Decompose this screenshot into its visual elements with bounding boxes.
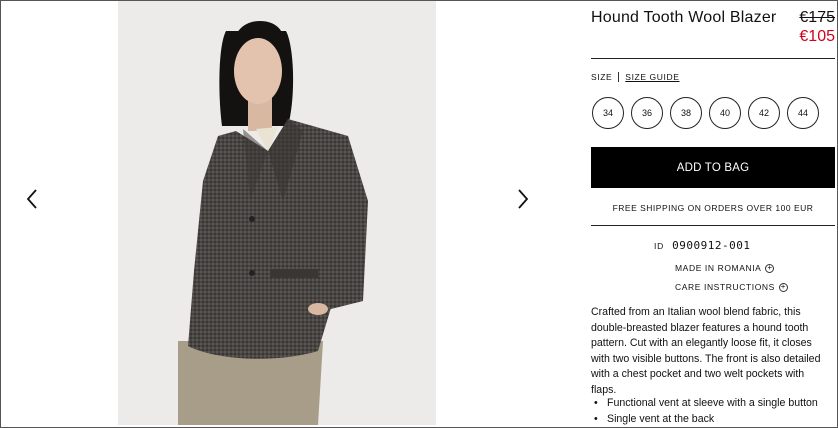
product-description: Crafted from an Italian wool blend fabri… bbox=[591, 305, 835, 399]
description-line: with a chest pocket and two welt pockets… bbox=[591, 368, 805, 381]
care-label: CARE INSTRUCTIONS bbox=[675, 282, 775, 292]
id-value: 0900912-001 bbox=[672, 239, 751, 252]
product-title: Hound Tooth Wool Blazer bbox=[591, 9, 777, 26]
size-option-44[interactable]: 44 bbox=[787, 97, 819, 129]
size-header: SIZE SIZE GUIDE bbox=[591, 72, 679, 82]
sale-price: €105 bbox=[799, 28, 835, 45]
divider bbox=[591, 225, 835, 226]
add-to-bag-button[interactable]: ADD TO BAG bbox=[591, 147, 835, 188]
size-options: 34 36 38 40 42 44 bbox=[592, 97, 819, 129]
product-gallery bbox=[1, 1, 579, 427]
description-line: pattern. Cut with an elegantly loose fit… bbox=[591, 337, 812, 350]
plus-circle-icon: + bbox=[765, 263, 775, 273]
description-line: Crafted from an Italian wool blend fabri… bbox=[591, 306, 801, 318]
divider bbox=[591, 58, 835, 59]
size-option-42[interactable]: 42 bbox=[748, 97, 780, 129]
feature-item: Single vent at the back bbox=[591, 412, 835, 428]
care-instructions-toggle[interactable]: CARE INSTRUCTIONS + bbox=[675, 282, 788, 292]
size-option-40[interactable]: 40 bbox=[709, 97, 741, 129]
product-details-panel: Hound Tooth Wool Blazer €175 €105 SIZE S… bbox=[591, 1, 835, 427]
original-price: €175 bbox=[799, 9, 835, 26]
size-guide-link[interactable]: SIZE GUIDE bbox=[618, 72, 679, 82]
product-image bbox=[118, 1, 436, 425]
product-id-row: ID 0900912-001 bbox=[654, 239, 750, 252]
id-label: ID bbox=[654, 241, 665, 251]
description-line: double-breasted blazer features a hound … bbox=[591, 321, 809, 334]
title-row: Hound Tooth Wool Blazer €175 €105 bbox=[591, 9, 835, 49]
shipping-notice: FREE SHIPPING ON ORDERS OVER 100 EUR bbox=[612, 203, 814, 213]
size-option-34[interactable]: 34 bbox=[592, 97, 624, 129]
description-line: with two visible buttons. The front is a… bbox=[591, 352, 821, 365]
size-label: SIZE bbox=[591, 72, 613, 82]
size-option-36[interactable]: 36 bbox=[631, 97, 663, 129]
made-in-label: MADE IN ROMANIA bbox=[675, 263, 762, 273]
chevron-right-icon[interactable] bbox=[512, 187, 532, 211]
chevron-left-icon[interactable] bbox=[23, 187, 43, 211]
made-in-toggle[interactable]: MADE IN ROMANIA + bbox=[675, 263, 775, 273]
feature-item: Functional vent at sleeve with a single … bbox=[591, 396, 835, 412]
feature-list: Functional vent at sleeve with a single … bbox=[591, 396, 835, 427]
size-option-38[interactable]: 38 bbox=[670, 97, 702, 129]
plus-circle-icon: + bbox=[778, 282, 788, 292]
